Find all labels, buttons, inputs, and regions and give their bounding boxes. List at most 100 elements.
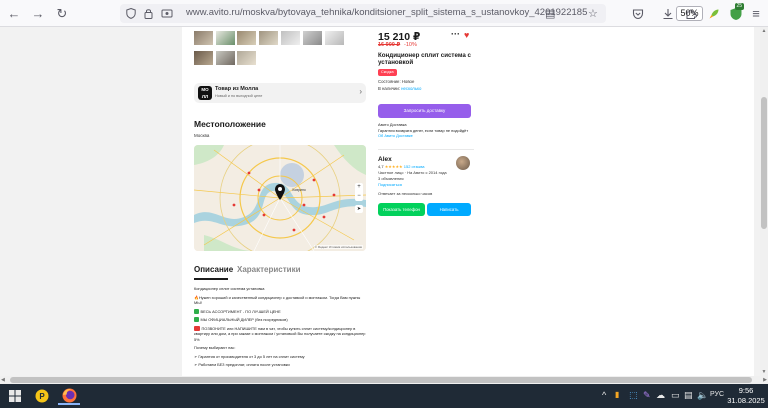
app-yellow-icon[interactable]: P <box>32 387 52 405</box>
delivery-info: Авито Доставка Гарантия возврата денег, … <box>378 122 474 139</box>
map-pin-icon <box>275 184 285 200</box>
photo-thumbnail[interactable] <box>237 51 256 65</box>
desc-line: ➢ Гарантия от производителя от 3 до 5 ле… <box>194 353 305 359</box>
lock-icon[interactable] <box>144 8 153 19</box>
browser-toolbar: ← → ↻ www.avito.ru/moskva/bytovaya_tehni… <box>0 0 768 27</box>
horizontal-scroll-thumb[interactable] <box>10 377 752 383</box>
divider <box>378 149 474 150</box>
windows-start-icon[interactable] <box>6 387 24 405</box>
subscribe-link[interactable]: Подписаться <box>378 182 402 187</box>
web-page: МО ЛЛ Товар из Молла Новый и по выгодной… <box>0 27 768 376</box>
discount-badge: Скидка <box>378 69 397 76</box>
seller-avatar[interactable] <box>456 156 470 170</box>
adblock-extension-icon[interactable]: 25 <box>726 3 746 23</box>
scroll-left-icon[interactable]: ◀ <box>1 376 5 384</box>
zoom-controls: + − <box>355 183 363 201</box>
show-phone-button[interactable]: Показать телефон <box>378 203 425 216</box>
photo-thumbnail[interactable] <box>216 51 235 65</box>
tray-volume-icon[interactable]: 🔈 <box>697 390 708 401</box>
tray-pen-icon[interactable]: ✎ <box>643 390 651 401</box>
more-options-icon[interactable]: ··· <box>451 29 460 39</box>
desc-line: ПОЗВОНИТЕ или НАПИШИТЕ нам в чат, чтобы … <box>194 325 366 342</box>
download-icon[interactable] <box>658 4 678 23</box>
tab-description[interactable]: Описание <box>194 265 233 274</box>
discount: -10% <box>404 42 417 48</box>
mall-banner[interactable]: МО ЛЛ Товар из Молла Новый и по выгодной… <box>194 83 366 103</box>
photo-thumbnail[interactable] <box>303 31 322 45</box>
tray-chevron-icon[interactable]: ^ <box>602 390 606 400</box>
seller-ads[interactable]: 3 объявления <box>378 176 404 181</box>
language-indicator[interactable]: РУС <box>710 391 724 398</box>
location-map[interactable]: Ховрино + − ➤ © Яндекс Условия использов… <box>194 145 366 251</box>
taskbar: P ^ ▮ ⬚ ✎ ☁ ▭ ▤ 🔈 РУС 9:56 31.08.2025 <box>0 384 768 408</box>
reload-icon[interactable]: ↻ <box>52 4 72 23</box>
map-attribution: © Яндекс Условия использования <box>313 245 363 249</box>
listing-content: МО ЛЛ Товар из Молла Новый и по выгодной… <box>182 27 754 376</box>
reader-view-icon[interactable]: ▤ <box>545 7 555 20</box>
svg-text:P: P <box>39 392 45 401</box>
photo-thumbnail[interactable] <box>194 51 213 65</box>
seller-type: Частное лицо · На Авито с 2014 года <box>378 170 447 175</box>
old-price: 16 900 ₽ <box>378 42 401 48</box>
tracking-icon[interactable] <box>161 8 173 19</box>
delivery-link[interactable]: Об Авито Доставке <box>378 133 474 139</box>
favorite-heart-icon[interactable]: ♥ <box>464 30 469 40</box>
url-text[interactable]: www.avito.ru/moskva/bytovaya_tehnika/kon… <box>186 7 587 18</box>
scroll-down-icon[interactable]: ▼ <box>760 368 768 376</box>
photo-thumbnail[interactable] <box>325 31 344 45</box>
checkmark-icon <box>194 308 199 314</box>
request-delivery-button[interactable]: Запросить доставку <box>378 104 471 118</box>
vertical-scrollbar[interactable]: ▲ ▼ <box>760 27 768 376</box>
seller-name[interactable]: Alex <box>378 156 392 163</box>
video-icon <box>194 325 200 331</box>
extension-badge: 25 <box>735 3 744 10</box>
address-bar[interactable]: www.avito.ru/moskva/bytovaya_tehnika/kon… <box>120 4 703 23</box>
rocket-extension-icon[interactable] <box>704 4 724 23</box>
forward-icon[interactable]: → <box>28 4 48 23</box>
desc-line: ВЕСЬ АССОРТИМЕНТ - ПО ЛУЧШЕЙ ЦЕНЕ <box>194 308 366 314</box>
clock-date: 31.08.2025 <box>727 395 765 405</box>
rating-stars-icon: ★★★★★ <box>384 164 403 169</box>
photo-thumbnail[interactable] <box>216 31 235 45</box>
tray-screenshot-icon[interactable]: ⬚ <box>629 390 638 401</box>
menu-icon[interactable]: ≡ <box>746 4 766 23</box>
tab-specs[interactable]: Характеристики <box>237 265 301 274</box>
desc-line: Почему выбирают нас: <box>194 345 236 351</box>
shield-icon[interactable] <box>126 8 136 19</box>
scroll-up-icon[interactable]: ▲ <box>760 27 768 35</box>
photo-thumbnail[interactable] <box>237 31 256 45</box>
tray-cloud-icon[interactable]: ☁ <box>656 390 665 401</box>
zoom-in-icon[interactable]: + <box>355 183 363 192</box>
firefox-taskbar-icon[interactable] <box>58 387 80 405</box>
product-title: Кондиционер сплит система с установкой <box>378 52 471 67</box>
photo-thumbnail[interactable] <box>259 31 278 45</box>
location-city: Москва <box>194 133 210 138</box>
back-icon[interactable]: ← <box>4 4 24 23</box>
photo-thumbnail[interactable] <box>281 31 300 45</box>
tray-monitor-icon[interactable]: ▭ <box>671 390 680 401</box>
seller-response: Отвечает за несколько часов <box>378 191 433 196</box>
write-message-button[interactable]: Написать <box>427 203 471 216</box>
pocket-icon[interactable] <box>628 4 648 23</box>
reviews-link[interactable]: 152 отзыва <box>404 164 425 169</box>
bookmark-star-icon[interactable]: ☆ <box>588 7 598 20</box>
extensions-icon[interactable] <box>681 4 701 23</box>
desc-line: МЫ ОФИЦИАЛЬНЫЙ ДИЛЕР (без посредников) <box>194 317 366 323</box>
locate-icon[interactable]: ➤ <box>355 205 363 213</box>
vertical-scroll-thumb[interactable] <box>761 97 767 229</box>
scroll-right-icon[interactable]: ▶ <box>763 376 767 384</box>
chevron-right-icon: › <box>359 87 362 96</box>
zoom-out-icon[interactable]: − <box>355 192 363 201</box>
description-text: Кондиционер сплит система установка 🔥Нуж… <box>194 286 366 371</box>
tray-folder-icon[interactable]: ▮ <box>615 390 619 399</box>
desc-line: ➢ Работаем БЕЗ предоплат, оплата после у… <box>194 362 290 368</box>
tray-network-icon[interactable]: ▤ <box>684 390 693 401</box>
clock-time: 9:56 <box>738 386 754 395</box>
clock[interactable]: 9:56 31.08.2025 <box>726 386 766 405</box>
availability: В наличии: несколько <box>378 86 422 91</box>
mall-title: Товар из Молла <box>215 86 259 92</box>
photo-thumbnail[interactable] <box>194 31 213 45</box>
mall-logo: МО ЛЛ <box>198 86 212 100</box>
horizontal-scrollbar[interactable]: ◀ ▶ <box>0 376 768 384</box>
seller-rating: 4,7 ★★★★★ 152 отзыва <box>378 164 425 169</box>
